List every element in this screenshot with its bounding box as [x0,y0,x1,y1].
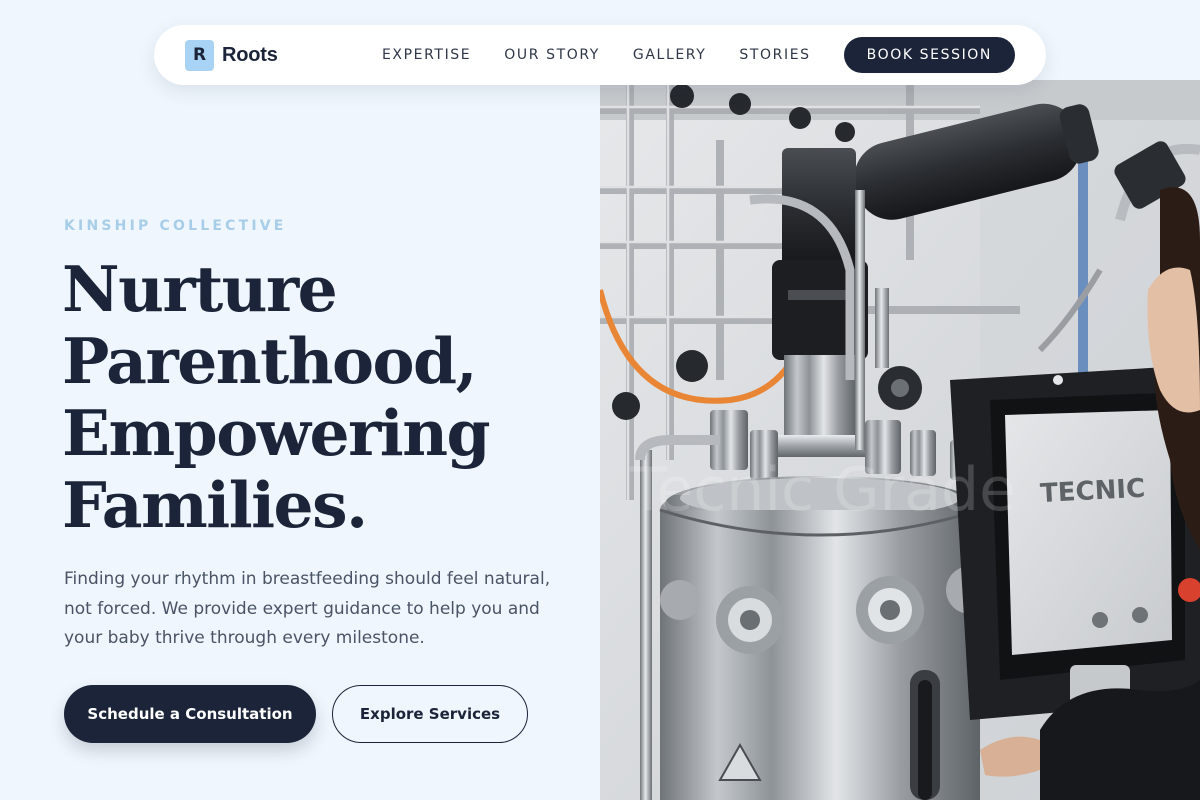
explore-services-button[interactable]: Explore Services [332,685,528,743]
nav-link-our-story[interactable]: OUR STORY [504,47,600,63]
nav-link-expertise[interactable]: EXPERTISE [382,47,471,63]
headline-line-2: Parenthood, [62,324,478,398]
brand-name: Roots [222,43,278,66]
nav-links: EXPERTISE OUR STORY GALLERY STORIES BOOK… [382,37,1015,73]
brand-logo[interactable]: R Roots [185,39,278,71]
logo-mark: R [185,39,214,71]
svg-text:Tecnic Grade: Tecnic Grade [629,455,1016,525]
hero-headline: Nurture Parenthood, Empowering Families. [62,253,582,541]
hero-image-bioreactor: TECNIC Tecnic Grade [600,80,1200,800]
headline-line-1: Nurture [62,252,338,326]
hero-eyebrow: KINSHIP COLLECTIVE [64,218,287,234]
nav-link-gallery[interactable]: GALLERY [633,47,706,63]
hero-description: Finding your rhythm in breastfeeding sho… [64,569,551,648]
headline-line-3: Empowering [62,396,491,470]
top-navigation: R Roots EXPERTISE OUR STORY GALLERY STOR… [154,25,1046,85]
schedule-consultation-button[interactable]: Schedule a Consultation [64,685,316,743]
book-session-button[interactable]: BOOK SESSION [843,37,1015,73]
nav-link-stories[interactable]: STORIES [739,47,810,63]
tecnic-screen-logo: TECNIC [1039,474,1146,509]
headline-line-4: Families. [62,468,368,542]
